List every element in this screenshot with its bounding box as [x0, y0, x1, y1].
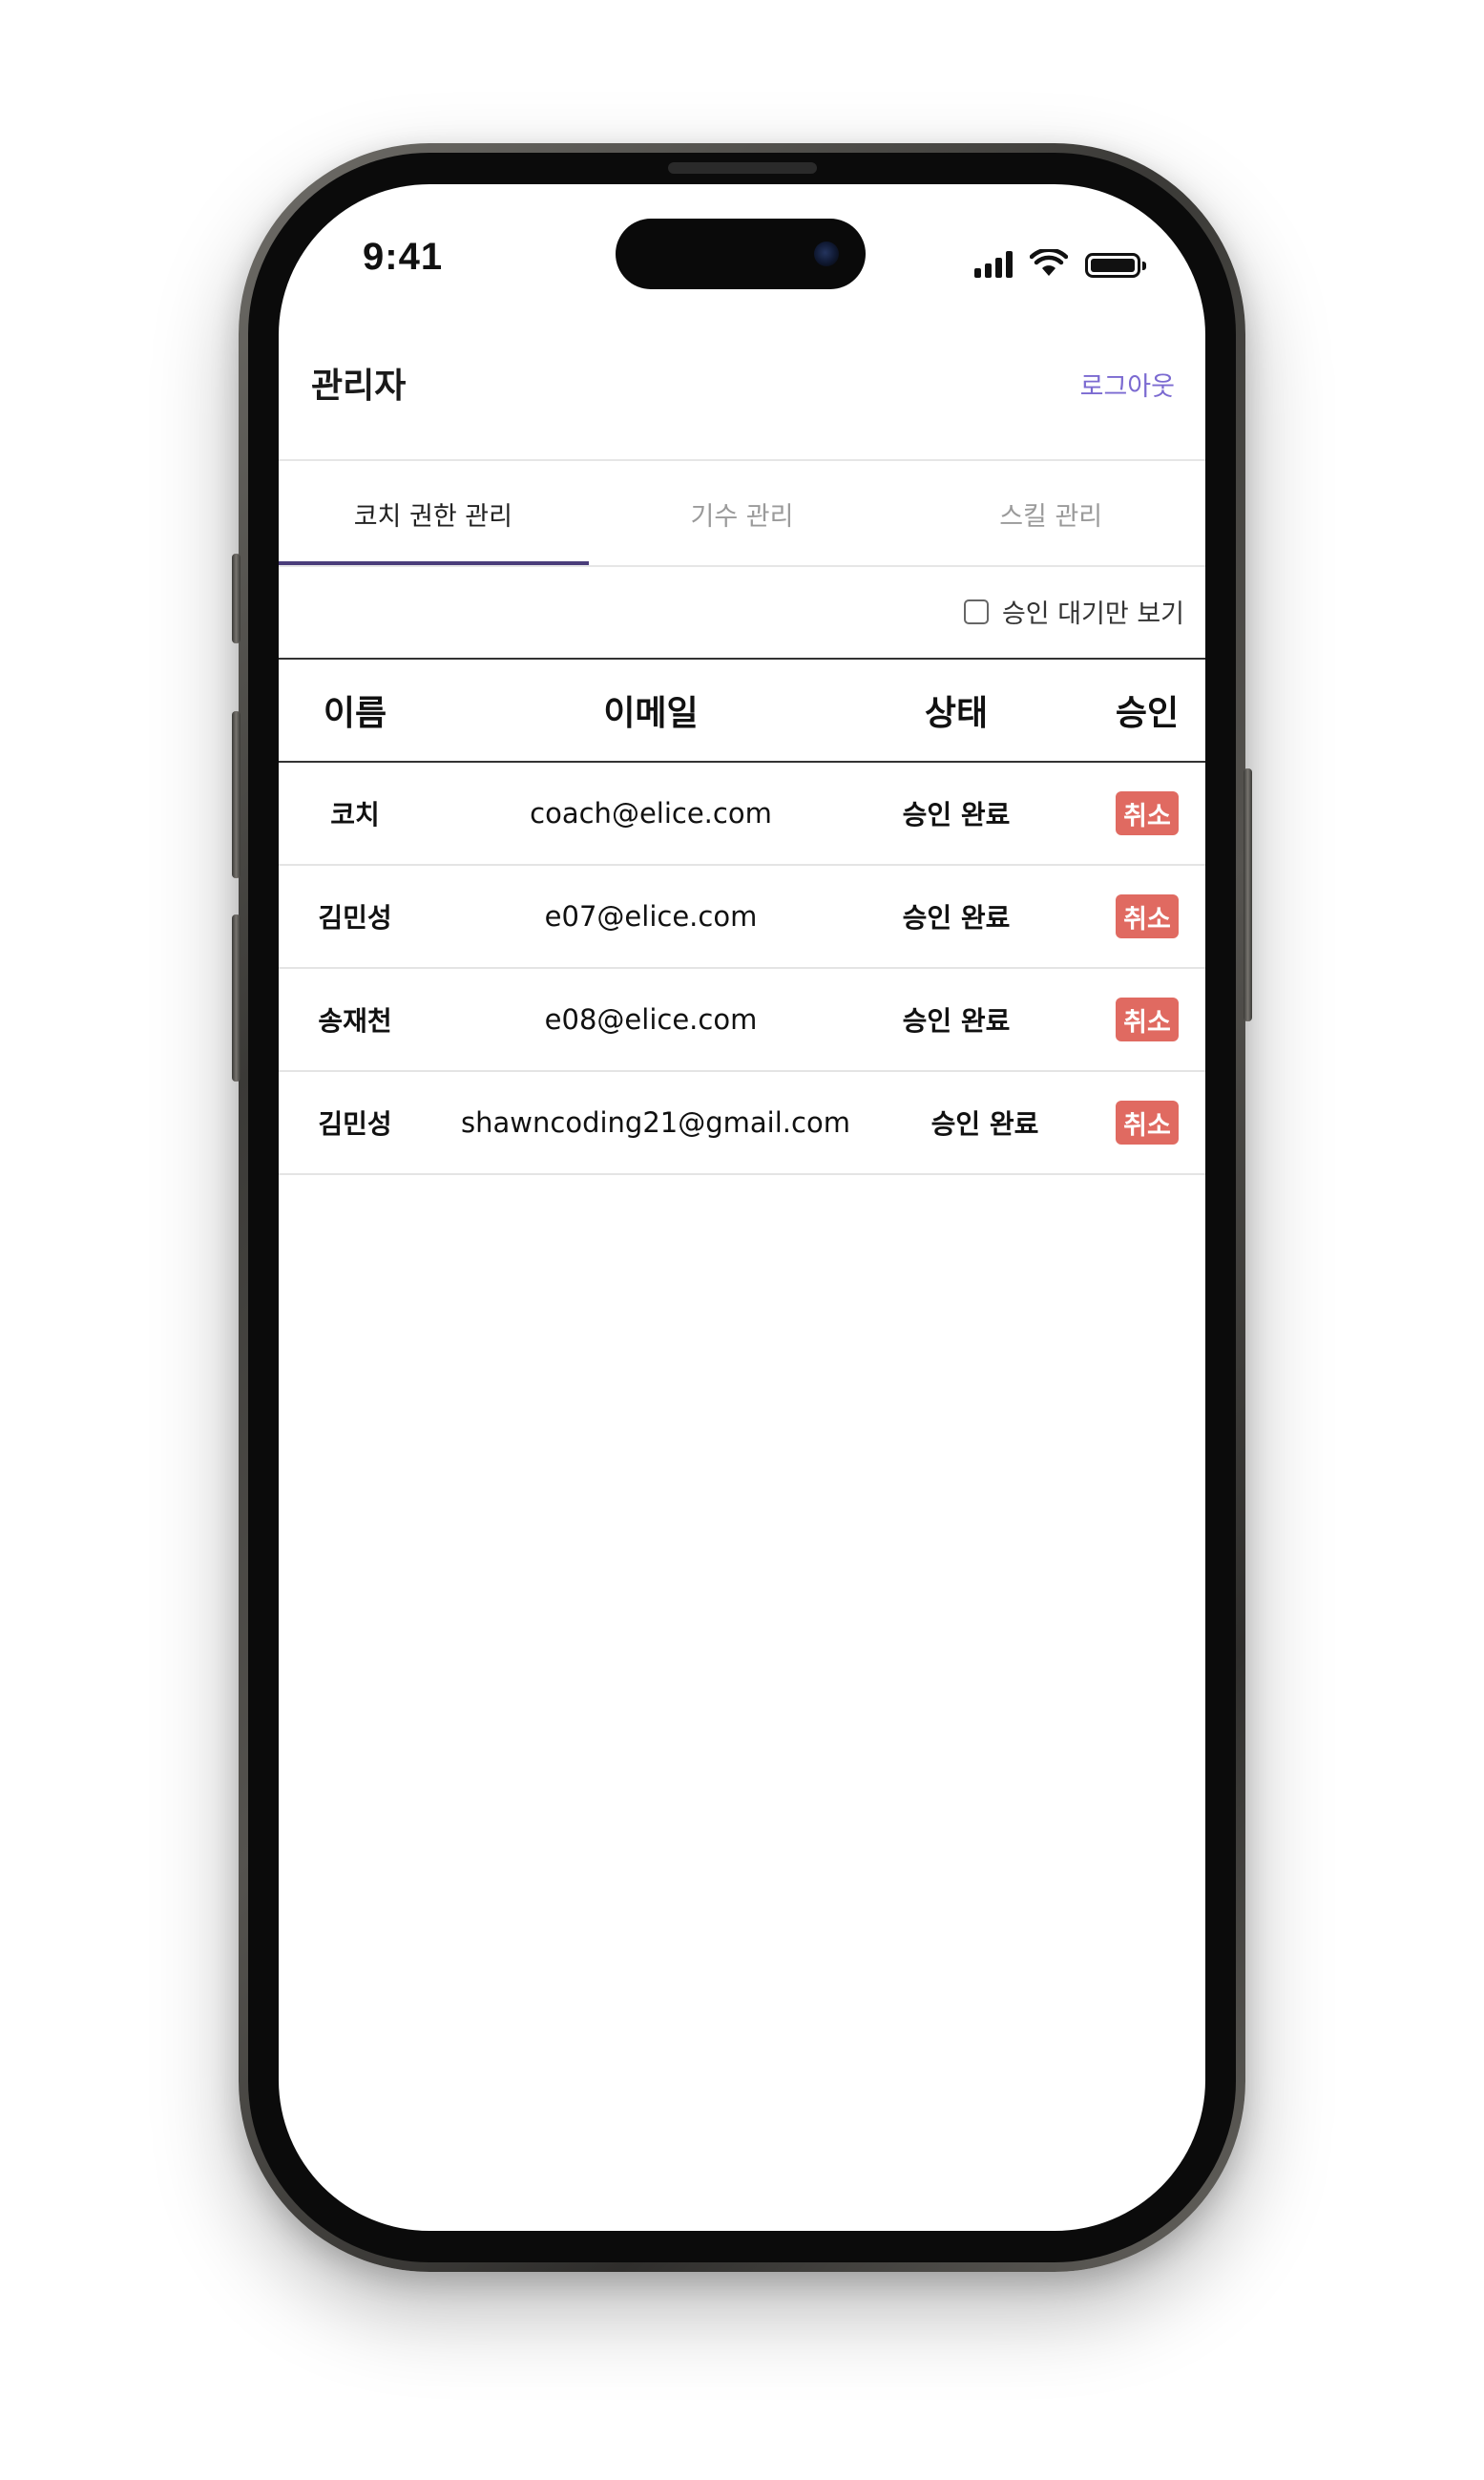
- power-button: [1244, 768, 1252, 1021]
- row-status: 승인 완료: [930, 1108, 1039, 1140]
- column-header-email: 이메일: [603, 694, 699, 733]
- cellular-signal-icon: [974, 251, 1013, 278]
- column-header-name: 이름: [323, 694, 387, 733]
- row-name: 송재천: [318, 1005, 392, 1037]
- status-icons: [974, 243, 1146, 278]
- table-header: 이름 이메일 상태 승인: [279, 658, 1205, 763]
- row-email: shawncoding21@gmail.com: [461, 1106, 850, 1139]
- tab-coach-permission[interactable]: 코치 권한 관리: [279, 461, 588, 566]
- front-camera-icon: [814, 242, 839, 266]
- tabs-divider: [279, 565, 1205, 567]
- row-status: 승인 완료: [902, 1005, 1011, 1037]
- row-approve-cell: 취소: [1099, 866, 1195, 967]
- row-status: 승인 완료: [902, 799, 1011, 830]
- row-name: 김민성: [318, 1108, 392, 1140]
- battery-icon: [1085, 253, 1146, 278]
- tab-skill-management[interactable]: 스킬 관리: [896, 461, 1205, 566]
- pending-only-checkbox[interactable]: [963, 599, 989, 624]
- table-row: 김민성 e07@elice.com 승인 완료 취소: [279, 866, 1205, 969]
- tab-bar: 코치 권한 관리 기수 관리 스킬 관리: [279, 461, 1205, 566]
- row-approve-cell: 취소: [1099, 763, 1195, 864]
- row-approve-cell: 취소: [1099, 969, 1195, 1070]
- earpiece: [668, 162, 817, 174]
- column-header-approve: 승인: [1115, 694, 1180, 733]
- cancel-button[interactable]: 취소: [1116, 1101, 1179, 1145]
- volume-up-button: [232, 711, 240, 878]
- row-email: coach@elice.com: [530, 797, 772, 830]
- cancel-button[interactable]: 취소: [1116, 791, 1179, 835]
- action-button: [232, 554, 240, 643]
- table-row: 김민성 shawncoding21@gmail.com 승인 완료 취소: [279, 1072, 1205, 1175]
- column-header-status: 상태: [924, 694, 989, 733]
- cancel-button[interactable]: 취소: [1116, 998, 1179, 1041]
- row-status: 승인 완료: [902, 902, 1011, 934]
- row-email: e08@elice.com: [544, 1003, 758, 1036]
- table-row: 송재천 e08@elice.com 승인 완료 취소: [279, 969, 1205, 1072]
- row-approve-cell: 취소: [1099, 1072, 1195, 1173]
- status-time: 9:41: [363, 236, 444, 278]
- cancel-button[interactable]: 취소: [1116, 894, 1179, 938]
- row-name: 김민성: [318, 902, 392, 934]
- table-row: 코치 coach@elice.com 승인 완료 취소: [279, 763, 1205, 866]
- pending-only-filter[interactable]: 승인 대기만 보기: [963, 593, 1184, 630]
- page-title: 관리자: [311, 367, 407, 406]
- coach-table: 이름 이메일 상태 승인 코치 coach@elice.com 승인 완료 취소…: [279, 658, 1205, 1175]
- wifi-icon: [1030, 249, 1068, 276]
- volume-down-button: [232, 914, 240, 1082]
- phone-screen: 9:41 관리자 로그아웃 코치 권한 관리 기수 관리 스킬 관리 승인 대기…: [279, 184, 1205, 2231]
- row-email: e07@elice.com: [544, 900, 758, 933]
- row-name: 코치: [330, 799, 380, 830]
- pending-only-label: 승인 대기만 보기: [1001, 599, 1184, 629]
- dynamic-island: [616, 219, 866, 289]
- logout-button[interactable]: 로그아웃: [1080, 366, 1175, 403]
- tab-cohort-management[interactable]: 기수 관리: [588, 461, 897, 566]
